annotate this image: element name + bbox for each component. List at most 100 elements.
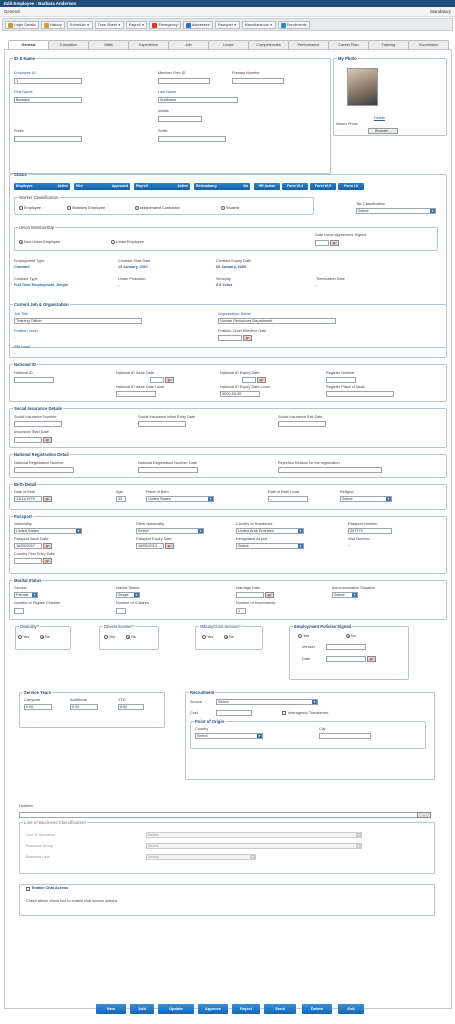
delete-button[interactable]: Delete	[302, 1004, 332, 1014]
calendar-icon[interactable]: ▦▾	[165, 377, 174, 383]
position-effective-input[interactable]	[218, 335, 242, 341]
toolbar-time-sheet-button[interactable]: Time Sheet ▼	[94, 21, 124, 29]
worker-student-radio[interactable]: Student	[221, 206, 239, 210]
form-w-5-button[interactable]: Form W-5	[310, 183, 336, 190]
toolbar-miscellaneous-button[interactable]: Miscellaneous ▼	[241, 21, 276, 29]
calendar-icon[interactable]: ▦▾	[165, 543, 174, 549]
calendar-icon[interactable]: ▦▾	[43, 437, 52, 443]
calendar-icon[interactable]: ▦▾	[257, 377, 266, 383]
line-of-operation-select[interactable]: Select ▼	[146, 832, 362, 838]
social-initial-input[interactable]	[138, 421, 186, 427]
non-union-radio[interactable]: Non-Union Employee	[19, 240, 60, 244]
dependents-input[interactable]: 1	[236, 608, 246, 614]
organization-input[interactable]: Human Resources Department	[218, 318, 336, 324]
tab-performance[interactable]: Performance	[288, 40, 329, 49]
policy-date-input[interactable]	[326, 656, 366, 662]
place-of-birth-select[interactable]: United States ▼	[146, 496, 214, 502]
toolbar-login-details-button[interactable]: Login Details	[5, 21, 39, 29]
reject-button[interactable]: Reject	[232, 1004, 260, 1014]
marriage-date-input[interactable]	[236, 592, 264, 598]
dob-input[interactable]: 13/11/1979	[14, 496, 42, 502]
ytd-input[interactable]: 6.60	[118, 704, 144, 710]
add-button[interactable]: Add	[130, 1004, 154, 1014]
registration-date-input[interactable]	[138, 467, 198, 473]
age-input[interactable]: 33	[116, 496, 126, 502]
enable-chat-checkbox[interactable]	[26, 887, 30, 891]
tab-competencies[interactable]: Competencies	[248, 40, 289, 49]
first-entry-input[interactable]	[14, 558, 42, 564]
form-w-4-button[interactable]: Form W-4	[282, 183, 308, 190]
toolbar-emergency-button[interactable]: Emergency	[149, 21, 181, 29]
worker-independent-contractor-radio[interactable]: Independent Contractor	[135, 206, 180, 210]
rejection-reason-input[interactable]	[278, 467, 382, 473]
cost-input[interactable]	[216, 710, 252, 716]
toolbar-schedule-button[interactable]: Schedule ▼	[66, 21, 93, 29]
tab-job[interactable]: Job	[168, 40, 209, 49]
country-select[interactable]: Select ▼	[195, 733, 263, 739]
expand-icon[interactable]: ⋯	[417, 812, 431, 818]
passport-expiry-input[interactable]: 16/05/2012	[136, 543, 164, 549]
initials-input[interactable]	[158, 116, 202, 122]
calendar-icon[interactable]: ▦▾	[243, 335, 252, 341]
additional-input[interactable]: 0.00	[70, 704, 98, 710]
toolbar-payroll-button[interactable]: Payroll ▼	[125, 21, 148, 29]
national-issue-input[interactable]	[150, 377, 164, 383]
toolbar-enrollments-button[interactable]: Enrollments	[277, 21, 310, 29]
calendar-icon[interactable]: ▦▾	[367, 656, 376, 662]
exit-button[interactable]: Exit	[338, 1004, 364, 1014]
member-firm-id-input[interactable]	[158, 78, 210, 84]
calendar-icon[interactable]: ▦▾	[43, 558, 52, 564]
license-no-radio[interactable]: No	[126, 635, 136, 639]
hr-action-button[interactable]: HR Action	[254, 183, 280, 190]
military-no-radio[interactable]: No	[224, 635, 234, 639]
marital-status-select[interactable]: Single ▼	[116, 592, 140, 598]
gender-select[interactable]: Female ▼	[14, 592, 38, 598]
hobbies-input[interactable]	[19, 812, 431, 818]
expiry-local-input[interactable]: 0000-00-00	[220, 391, 260, 397]
toolbar-history-button[interactable]: History	[40, 21, 65, 29]
calendar-icon[interactable]: ▦▾	[43, 543, 52, 549]
tab-education[interactable]: Education	[48, 40, 89, 49]
calendar-icon[interactable]: ▦▾	[43, 496, 52, 502]
issue-local-input[interactable]: --	[116, 391, 156, 397]
city-input[interactable]	[319, 733, 371, 739]
tax-classification-select[interactable]: Select ▼	[356, 208, 436, 214]
union-date-input[interactable]	[315, 240, 329, 246]
prefix-input[interactable]	[14, 136, 82, 142]
job-title-input[interactable]: Training Officer	[14, 318, 142, 324]
send-button[interactable]: Send	[264, 1004, 296, 1014]
source-select[interactable]: Select ▼	[216, 699, 318, 705]
tab-training[interactable]: Training	[368, 40, 409, 49]
military-yes-radio[interactable]: Yes	[202, 635, 213, 639]
interagency-checkbox[interactable]	[282, 711, 286, 715]
worker-statutory-employee-radio[interactable]: Statutory Employee	[67, 206, 105, 210]
tab-skills[interactable]: Skills	[88, 40, 129, 49]
dob-local-input[interactable]: --	[268, 496, 308, 502]
toolbar-addresses-button[interactable]: Addresses	[182, 21, 213, 29]
tab-experience[interactable]: Experience	[128, 40, 169, 49]
policies-yes-radio[interactable]: Yes	[298, 634, 309, 638]
calendar-icon[interactable]: ▦▾	[330, 240, 339, 246]
disability-no-radio[interactable]: No	[40, 635, 50, 639]
registration-number-input[interactable]	[14, 467, 74, 473]
airport-select[interactable]: Select ▼	[236, 543, 304, 549]
carryover-input[interactable]: 0.00	[24, 704, 52, 710]
tab-career-plan[interactable]: Career Plan	[328, 40, 369, 49]
children-input[interactable]	[116, 608, 126, 614]
delete-photo-link[interactable]: Delete	[374, 116, 385, 120]
license-yes-radio[interactable]: Yes	[104, 635, 115, 639]
business-group-select[interactable]: Select ▼	[146, 843, 362, 849]
nationality-select[interactable]: United States ▼	[14, 528, 82, 534]
social-exit-input[interactable]	[278, 421, 326, 427]
toolbar-passport-button[interactable]: Passport ▼	[214, 21, 240, 29]
version-input[interactable]	[326, 644, 366, 650]
disability-yes-radio[interactable]: Yes	[18, 635, 29, 639]
suffix-input[interactable]	[158, 136, 226, 142]
register-number-input[interactable]	[326, 377, 356, 383]
update-button[interactable]: Update	[158, 1004, 194, 1014]
social-number-input[interactable]	[14, 421, 62, 427]
browse-button[interactable]: Browse...	[368, 128, 398, 134]
business-line-select[interactable]: Select ▼	[146, 854, 256, 860]
accommodation-select[interactable]: Select ▼	[332, 592, 358, 598]
eligible-children-input[interactable]	[14, 608, 24, 614]
